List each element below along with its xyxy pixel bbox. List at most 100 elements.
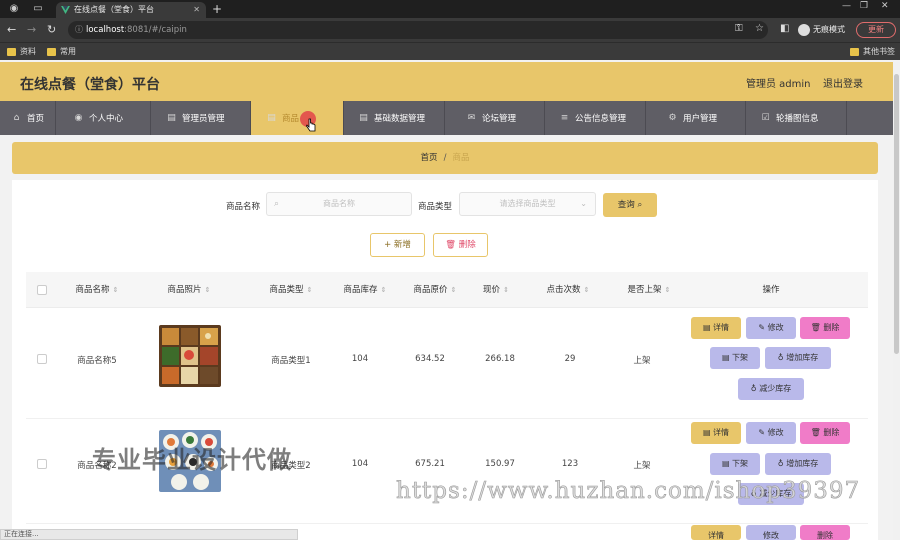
doc-icon: ▤ xyxy=(267,113,276,123)
key-icon[interactable]: ⚿ xyxy=(735,23,743,34)
admin-label: 管理员 admin xyxy=(746,79,811,90)
nav-item-profile[interactable]: ◉ 个人中心 xyxy=(56,101,151,135)
bookmark-label: 其他书签 xyxy=(863,47,895,56)
name-search-input[interactable]: ⌕ 商品名称 xyxy=(266,192,412,216)
close-tab-icon[interactable]: ✕ xyxy=(193,2,200,18)
name-placeholder: 商品名称 xyxy=(323,199,355,208)
window-close-icon[interactable]: ✕ xyxy=(881,1,889,11)
col-price[interactable]: 现价 ⇕ xyxy=(464,272,528,308)
row-checkbox[interactable] xyxy=(37,354,47,364)
cell-stock: 104 xyxy=(351,459,369,469)
check-icon: ☑ xyxy=(761,113,770,123)
sort-icon: ⇕ xyxy=(306,286,313,294)
edit-button[interactable]: ✎ 修改 xyxy=(746,422,796,444)
bulb-icon: ♁ xyxy=(777,353,784,362)
breadcrumb-home[interactable]: 首页 xyxy=(421,153,438,163)
edit-label: 修改 xyxy=(767,428,784,437)
decrease-stock-button[interactable]: ♁ 减少库存 xyxy=(738,378,804,400)
info-icon[interactable]: ⓘ xyxy=(75,21,83,39)
url-path: :8081/#/caipin xyxy=(124,25,187,35)
col-name[interactable]: 商品名称 ⇕ xyxy=(60,272,134,308)
unlist-button[interactable]: ▤ 下架 xyxy=(710,347,760,369)
new-tab-button[interactable]: + xyxy=(212,1,222,17)
bookmark-folder-1[interactable]: 资料 xyxy=(7,46,36,58)
cell-type: 商品类型1 xyxy=(271,356,311,366)
col-label: 商品库存 xyxy=(343,285,378,295)
remove-label: 删除 xyxy=(823,428,840,437)
url-host: localhost xyxy=(86,25,125,35)
side-panel-icon[interactable]: ◧ xyxy=(780,23,789,34)
nav-item-goods[interactable]: ▤ 商品 xyxy=(251,101,344,135)
reload-icon[interactable]: ↻ xyxy=(47,23,56,37)
type-select[interactable]: 请选择商品类型 ⌄ xyxy=(459,192,596,216)
detail-button[interactable]: ▤ 详情 xyxy=(691,422,741,444)
doc-icon: ▤ xyxy=(702,428,711,437)
gear-icon: ⚙ xyxy=(668,113,677,123)
trash-icon: 🗑 xyxy=(810,323,821,332)
other-bookmarks[interactable]: 其他书签 xyxy=(850,46,895,58)
col-photo[interactable]: 商品照片 ⇕ xyxy=(152,272,226,308)
inc-label: 增加库存 xyxy=(786,459,819,468)
nav-label: 公告信息管理 xyxy=(575,114,627,124)
sort-icon: ⇕ xyxy=(380,286,387,294)
col-actions: 操作 xyxy=(762,285,780,295)
col-label: 商品原价 xyxy=(413,285,448,295)
browser-tab[interactable]: 在线点餐（堂食）平台 ✕ xyxy=(56,2,206,18)
bookmark-folder-2[interactable]: 常用 xyxy=(47,46,76,58)
update-button[interactable]: 更新 xyxy=(856,22,896,38)
restore-icon[interactable]: ❐ xyxy=(860,1,868,11)
select-all-checkbox[interactable] xyxy=(37,285,47,295)
incognito-profile[interactable]: 无痕模式 xyxy=(798,22,845,38)
nav-item-notice[interactable]: ≡ 公告信息管理 xyxy=(545,101,646,135)
increase-stock-button[interactable]: ♁ 增加库存 xyxy=(765,453,831,475)
scrollbar-thumb[interactable] xyxy=(894,74,899,354)
delete-button[interactable]: 删除 xyxy=(800,525,850,540)
bookmark-label: 资料 xyxy=(20,47,36,56)
cell-listed: 上架 xyxy=(633,461,651,471)
nav-item-forum[interactable]: ✉ 论坛管理 xyxy=(445,101,545,135)
minimize-icon[interactable]: — xyxy=(842,1,851,11)
batch-delete-button[interactable]: 🗑 删除 xyxy=(433,233,488,257)
tab-title: 在线点餐（堂食）平台 xyxy=(74,5,154,14)
tab-overview-icon[interactable]: ▭ xyxy=(32,3,44,15)
edit-button[interactable]: 修改 xyxy=(746,525,796,540)
back-icon[interactable]: ← xyxy=(7,23,16,37)
edit-button[interactable]: ✎ 修改 xyxy=(746,317,796,339)
nav-item-basic-data[interactable]: ▤ 基础数据管理 xyxy=(344,101,445,135)
bookmarks-bar: 资料 常用 其他书签 xyxy=(0,42,900,60)
logout-link[interactable]: 退出登录 xyxy=(823,75,863,90)
product-photo[interactable] xyxy=(159,325,221,387)
sort-icon: ⇕ xyxy=(450,286,457,294)
query-button[interactable]: 查询 ⌕ xyxy=(603,193,657,217)
search-icon: ⌕ xyxy=(274,199,280,209)
detail-button[interactable]: 详情 xyxy=(691,525,741,540)
col-orig-price[interactable]: 商品原价 ⇕ xyxy=(398,272,472,308)
page-scrollbar[interactable] xyxy=(893,62,900,540)
nav-item-carousel[interactable]: ☑ 轮播图信息 xyxy=(746,101,847,135)
edit-icon: ✎ xyxy=(758,428,766,437)
delete-button[interactable]: 🗑 删除 xyxy=(800,317,850,339)
url-field[interactable]: ⓘ localhost:8081/#/caipin xyxy=(68,21,768,39)
nav-item-user[interactable]: ⚙ 用户管理 xyxy=(646,101,746,135)
detail-button[interactable]: ▤ 详情 xyxy=(691,317,741,339)
bookmark-star-icon[interactable]: ☆ xyxy=(755,23,764,34)
forward-icon[interactable]: → xyxy=(27,23,36,37)
add-button[interactable]: + 新增 xyxy=(370,233,425,257)
off-label: 下架 xyxy=(732,353,749,362)
row-checkbox[interactable] xyxy=(37,459,47,469)
col-stock[interactable]: 商品库存 ⇕ xyxy=(328,272,402,308)
browser-menu-icon[interactable]: ◉ xyxy=(8,3,20,15)
home-icon: ⌂ xyxy=(13,113,20,123)
query-label: 查询 xyxy=(617,200,635,210)
nav-item-home[interactable]: ⌂ 首页 xyxy=(0,101,56,135)
nav-item-admin-manage[interactable]: ▤ 管理员管理 xyxy=(151,101,251,135)
unlist-button[interactable]: ▤ 下架 xyxy=(710,453,760,475)
col-clicks[interactable]: 点击次数 ⇕ xyxy=(531,272,605,308)
browser-status-bar: 正在连接... xyxy=(0,529,298,540)
col-listed[interactable]: 是否上架 ⇕ xyxy=(612,272,686,308)
col-type[interactable]: 商品类型 ⇕ xyxy=(254,272,328,308)
delete-button[interactable]: 🗑 删除 xyxy=(800,422,850,444)
increase-stock-button[interactable]: ♁ 增加库存 xyxy=(765,347,831,369)
bulb-icon: ♁ xyxy=(777,459,784,468)
doc-icon: ▤ xyxy=(702,323,711,332)
